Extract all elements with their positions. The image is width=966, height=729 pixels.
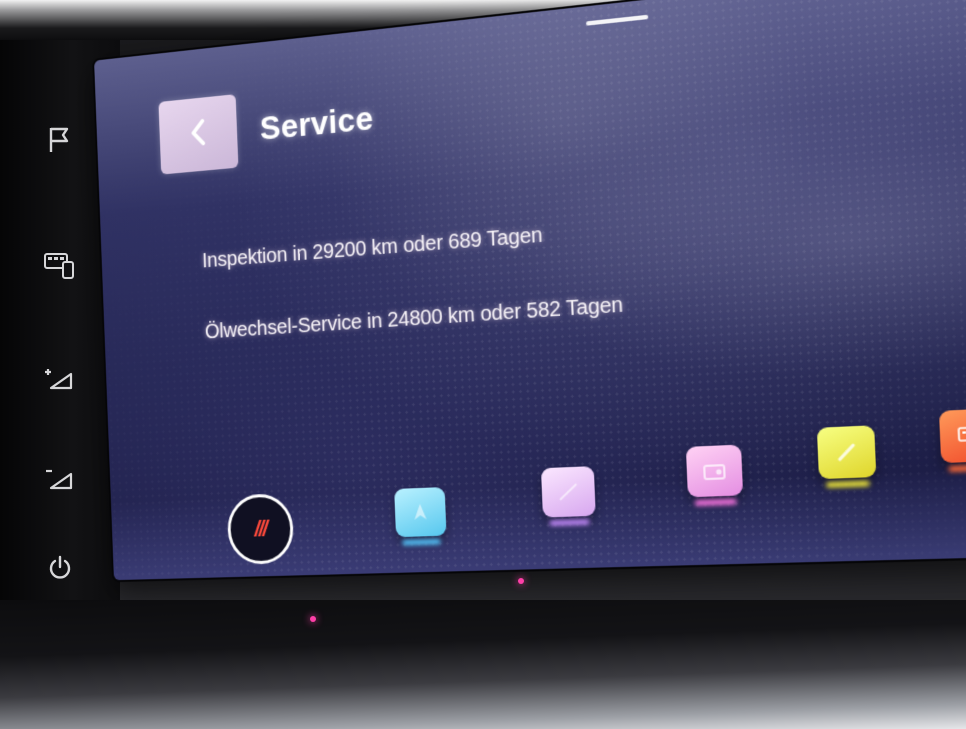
car-infotainment-scene: Service Inspektion in 29200 km oder 689 … [0, 0, 966, 729]
media-icon [541, 466, 596, 517]
phone-app-button[interactable] [816, 425, 877, 488]
app-glow [402, 538, 441, 546]
home-stripes-label: /// [253, 515, 267, 542]
power-icon[interactable] [0, 554, 120, 582]
back-button[interactable] [158, 94, 239, 175]
volume-down-icon[interactable] [0, 462, 120, 492]
home-button[interactable]: /// [226, 492, 295, 565]
volume-up-icon[interactable] [0, 362, 120, 392]
display-frame: Service Inspektion in 29200 km oder 689 … [94, 0, 966, 620]
app-glow [825, 480, 870, 488]
media-app-button[interactable] [540, 466, 596, 526]
apps-grid-button[interactable] [938, 408, 966, 472]
app-glow [549, 519, 590, 526]
app-glow [694, 498, 737, 506]
infotainment-screen: Service Inspektion in 29200 km oder 689 … [94, 0, 966, 581]
apps-grid-icon [939, 408, 966, 463]
ambient-led [518, 578, 524, 584]
chevron-left-icon [187, 116, 209, 152]
page-title: Service [259, 98, 374, 147]
radio-icon [686, 445, 743, 498]
navigation-icon [394, 487, 446, 537]
radio-app-button[interactable] [685, 444, 744, 506]
phone-icon [817, 425, 877, 479]
dashboard-trim-bottom [0, 600, 966, 729]
app-glow [948, 464, 966, 472]
navigation-app-button[interactable] [394, 487, 447, 546]
ambient-led [310, 616, 316, 622]
